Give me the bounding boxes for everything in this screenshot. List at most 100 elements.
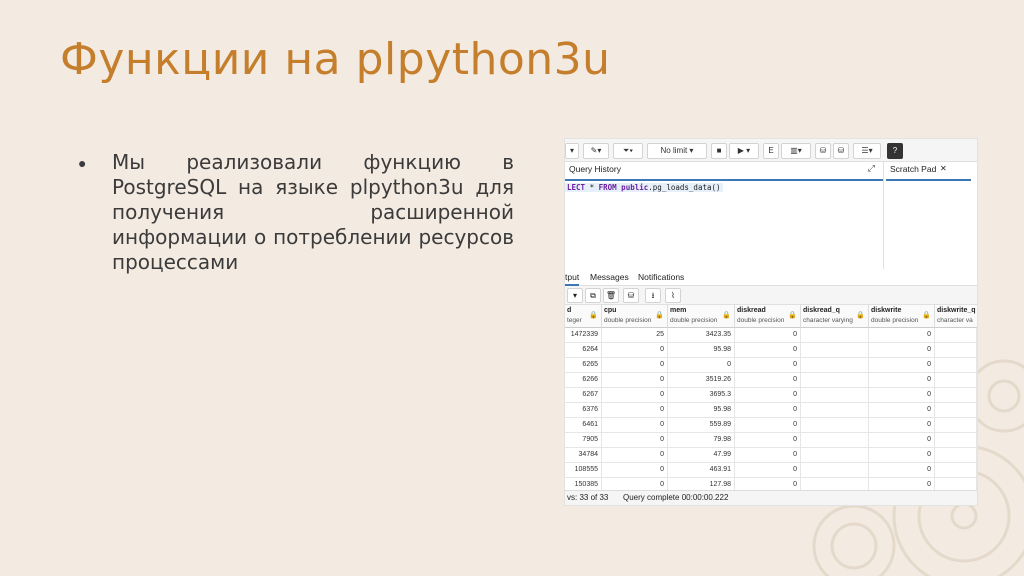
table-cell[interactable] xyxy=(801,328,869,342)
table-cell[interactable] xyxy=(935,358,977,372)
table-cell[interactable]: 3423.35 xyxy=(668,328,735,342)
table-cell[interactable] xyxy=(935,373,977,387)
tab-query-history[interactable]: Query History ⤢ xyxy=(565,161,883,181)
table-cell[interactable]: 6264 xyxy=(565,343,602,357)
table-cell[interactable] xyxy=(801,433,869,447)
graph-icon[interactable]: ⌇ xyxy=(665,288,681,303)
table-cell[interactable]: 6461 xyxy=(565,418,602,432)
tab-scratch-pad[interactable]: Scratch Pad ✕ xyxy=(886,161,971,181)
table-cell[interactable]: 0 xyxy=(869,418,935,432)
column-header[interactable]: cpu double precision 🔒 xyxy=(602,305,668,328)
table-cell[interactable] xyxy=(801,403,869,417)
table-cell[interactable]: 1472339 xyxy=(565,328,602,342)
table-row[interactable]: 6265 0 0 0 0 xyxy=(565,358,977,373)
table-cell[interactable]: 6376 xyxy=(565,403,602,417)
table-cell[interactable]: 463.91 xyxy=(668,463,735,477)
table-cell[interactable]: 0 xyxy=(602,373,668,387)
explain-analyze-icon[interactable]: ▥▾ xyxy=(781,143,811,159)
column-header[interactable]: diskwrite_q character va xyxy=(935,305,977,328)
table-cell[interactable]: 0 xyxy=(602,463,668,477)
table-cell[interactable]: 3695.3 xyxy=(668,388,735,402)
table-cell[interactable]: 0 xyxy=(602,433,668,447)
table-row[interactable]: 6264 0 95.98 0 0 xyxy=(565,343,977,358)
table-cell[interactable] xyxy=(935,448,977,462)
table-cell[interactable]: 0 xyxy=(869,343,935,357)
table-cell[interactable]: 0 xyxy=(602,358,668,372)
table-row[interactable]: 1472339 25 3423.35 0 0 xyxy=(565,328,977,343)
table-cell[interactable]: 79.98 xyxy=(668,433,735,447)
table-cell[interactable]: 34784 xyxy=(565,448,602,462)
table-cell[interactable]: 0 xyxy=(869,388,935,402)
table-cell[interactable]: 0 xyxy=(602,343,668,357)
table-cell[interactable]: 95.98 xyxy=(668,343,735,357)
table-cell[interactable]: 0 xyxy=(869,433,935,447)
tab-messages[interactable]: Messages xyxy=(590,272,629,282)
table-cell[interactable]: 0 xyxy=(735,328,801,342)
table-cell[interactable]: 6265 xyxy=(565,358,602,372)
table-cell[interactable]: 0 xyxy=(735,343,801,357)
table-row[interactable]: 108555 0 463.91 0 0 xyxy=(565,463,977,478)
table-cell[interactable] xyxy=(801,358,869,372)
column-header[interactable]: diskwrite double precision 🔒 xyxy=(869,305,935,328)
table-cell[interactable]: 0 xyxy=(869,448,935,462)
table-cell[interactable]: 559.89 xyxy=(668,418,735,432)
table-cell[interactable] xyxy=(801,343,869,357)
filter-icon[interactable]: ⏷▾ xyxy=(613,143,643,159)
table-row[interactable]: 7905 0 79.98 0 0 xyxy=(565,433,977,448)
table-cell[interactable]: 3519.26 xyxy=(668,373,735,387)
table-cell[interactable]: 7905 xyxy=(565,433,602,447)
table-cell[interactable]: 0 xyxy=(735,433,801,447)
table-cell[interactable]: 0 xyxy=(735,403,801,417)
table-row[interactable]: 6266 0 3519.26 0 0 xyxy=(565,373,977,388)
table-cell[interactable]: 108555 xyxy=(565,463,602,477)
table-cell[interactable]: 0 xyxy=(735,358,801,372)
stop-icon[interactable]: ■ xyxy=(711,143,727,159)
download-icon[interactable]: ⭳ xyxy=(645,288,661,303)
table-cell[interactable]: 25 xyxy=(602,328,668,342)
table-cell[interactable] xyxy=(935,403,977,417)
table-cell[interactable]: 0 xyxy=(869,373,935,387)
table-cell[interactable] xyxy=(801,418,869,432)
rollback-icon[interactable]: ⛁ xyxy=(833,143,849,159)
table-cell[interactable] xyxy=(935,388,977,402)
table-cell[interactable] xyxy=(935,418,977,432)
table-cell[interactable]: 6266 xyxy=(565,373,602,387)
chevron-down-icon[interactable]: ▾ xyxy=(567,288,583,303)
table-row[interactable]: 6461 0 559.89 0 0 xyxy=(565,418,977,433)
expand-icon[interactable]: ⤢ xyxy=(868,163,875,174)
table-cell[interactable] xyxy=(801,373,869,387)
copy-icon[interactable]: ⧉ xyxy=(585,288,601,303)
limit-select[interactable]: No limit ▾ xyxy=(647,143,707,159)
table-cell[interactable] xyxy=(801,463,869,477)
table-cell[interactable] xyxy=(801,448,869,462)
help-icon[interactable]: ? xyxy=(887,143,903,159)
table-cell[interactable] xyxy=(935,433,977,447)
tab-data-output[interactable]: tput xyxy=(565,272,580,286)
table-cell[interactable]: 95.98 xyxy=(668,403,735,417)
table-cell[interactable]: 6267 xyxy=(565,388,602,402)
table-cell[interactable]: 0 xyxy=(602,403,668,417)
column-header[interactable]: diskread double precision 🔒 xyxy=(735,305,801,328)
save-data-icon[interactable]: ⛁ xyxy=(623,288,639,303)
table-cell[interactable]: 0 xyxy=(602,388,668,402)
table-cell[interactable]: 0 xyxy=(735,448,801,462)
table-cell[interactable]: 0 xyxy=(869,403,935,417)
table-cell[interactable] xyxy=(801,388,869,402)
edit-icon[interactable]: ✎▾ xyxy=(583,143,609,159)
table-cell[interactable] xyxy=(935,463,977,477)
table-cell[interactable]: 0 xyxy=(735,388,801,402)
table-cell[interactable]: 0 xyxy=(735,373,801,387)
table-cell[interactable]: 0 xyxy=(869,328,935,342)
table-row[interactable]: 6267 0 3695.3 0 0 xyxy=(565,388,977,403)
tab-notifications[interactable]: Notifications xyxy=(638,272,684,282)
table-cell[interactable] xyxy=(935,328,977,342)
execute-button[interactable]: ▶ ▾ xyxy=(729,143,759,159)
table-cell[interactable]: 0 xyxy=(869,358,935,372)
table-cell[interactable]: 0 xyxy=(735,463,801,477)
table-cell[interactable]: 0 xyxy=(602,448,668,462)
commit-icon[interactable]: ⛁ xyxy=(815,143,831,159)
table-cell[interactable]: 0 xyxy=(735,418,801,432)
sql-editor-line[interactable]: LECT * FROM public.pg_loads_data() xyxy=(565,183,723,192)
close-icon[interactable]: ✕ xyxy=(940,164,947,173)
table-row[interactable]: 6376 0 95.98 0 0 xyxy=(565,403,977,418)
